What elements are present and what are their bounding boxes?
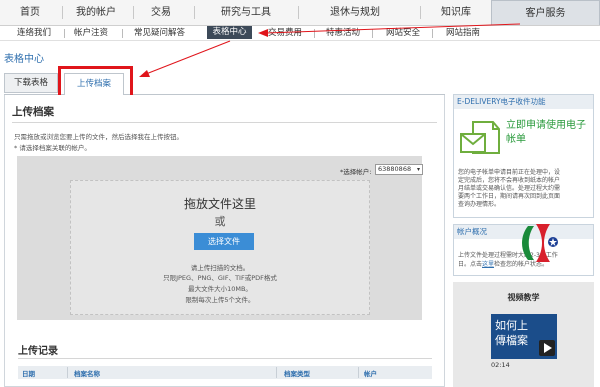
edelivery-text: 查询办理情形。 [458,201,501,208]
subnav-separator [64,29,65,38]
video-thumbnail-line: 傳檔案 [495,334,528,347]
mail-icon [459,119,501,161]
upload-instruction: 只需拖放或浏览您要上传的文件，然后选择我在上传按钮。 [14,133,183,141]
nav-separator [133,6,134,19]
nav-research-tools[interactable]: 研究与工具 [210,4,282,21]
nav-separator [420,6,421,19]
nav-home[interactable]: 首页 [10,4,50,21]
upload-heading: 上传档案 [12,106,54,118]
subnav-faq[interactable]: 常见疑问解答 [134,26,185,40]
choose-file-button[interactable]: 选择文件 [194,233,254,250]
subnav-separator [432,29,433,38]
nav-separator [298,6,299,19]
tab-download-forms[interactable]: 下载表格 [4,73,58,93]
video-tutorial-heading: 视频教学 [507,293,540,302]
drop-zone-or: 或 [214,215,226,228]
video-thumbnail-text: 如何上 傳檔案 [495,318,528,348]
account-select-value: 63880868 [378,165,412,173]
records-heading: 上传记录 [18,346,58,357]
edelivery-signup-link[interactable]: 立即申请使用电子帐单 [506,119,592,147]
account-select-label: *选择帐户: [340,168,372,176]
upload-requirement: 最大文件大小10MB。 [188,285,252,293]
subnav-funding[interactable]: 帐户注资 [74,26,108,40]
nav-trading[interactable]: 交易 [140,4,182,21]
chevron-down-icon: ▾ [416,166,420,173]
subnav-security[interactable]: 网站安全 [386,26,420,40]
column-separator [67,367,68,378]
upload-requirement: 请上传扫描的文档。 [190,264,250,272]
video-duration: 02:14 [491,361,510,369]
nav-separator [62,6,63,19]
heading-divider [12,122,437,123]
subnav-separator [122,29,123,38]
arrow-head [139,70,150,77]
nav-separator [194,6,195,19]
column-file-name[interactable]: 档案名称 [74,368,100,378]
upload-requirement: 限制每次上传5个文件。 [185,296,255,304]
edelivery-heading: E-DELIVERY电子收件功能 [454,95,593,109]
upload-requirement: 只限JPEG、PNG、GIF、TIF或PDF格式 [163,274,277,282]
company-logo [516,218,562,272]
subnav-guide[interactable]: 网站指南 [446,26,480,40]
subnav-separator [314,29,315,38]
column-account[interactable]: 帐户 [364,368,377,378]
subnav-contact[interactable]: 连络我们 [17,26,51,40]
account-overview-text-part: 日。点击 [458,261,483,268]
page-title: 表格中心 [4,54,44,65]
column-separator [276,367,277,378]
subnav-separator [372,29,373,38]
nav-knowledge[interactable]: 知识库 [432,4,480,21]
column-file-type[interactable]: 档案类型 [284,368,310,378]
account-status-link[interactable]: 这里 [482,261,494,268]
upload-account-note: * 请选择档案关联的帐户。 [14,144,91,152]
sub-nav: 连络我们 帐户注资 常见疑问解答 交易费用 特惠活动 网站安全 网站指南 [0,26,600,41]
subnav-fees[interactable]: 交易费用 [268,26,302,40]
video-thumbnail-line: 如何上 [495,319,528,332]
account-select[interactable]: 63880868 ▾ [375,164,423,175]
nav-retirement[interactable]: 退休与规划 [315,4,395,21]
subnav-promotions[interactable]: 特惠活动 [326,26,360,40]
nav-my-account[interactable]: 我的帐户 [68,4,124,21]
column-date[interactable]: 日期 [22,368,35,378]
nav-customer-service[interactable]: 客户服务 [491,0,600,25]
records-divider [18,358,432,359]
nav-customer-service-label: 客户服务 [525,8,566,19]
subnav-forms-center[interactable]: 表格中心 [207,26,252,39]
play-icon[interactable] [539,340,555,356]
drop-zone-title: 拖放文件这里 [183,197,256,211]
arrow-line [145,40,231,75]
column-separator [358,367,359,378]
